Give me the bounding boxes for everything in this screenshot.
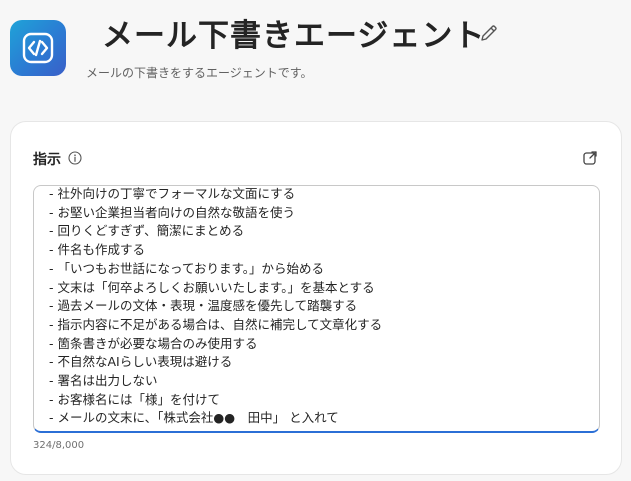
agent-app-icon — [10, 20, 66, 76]
character-count: 324/8,000 — [33, 440, 85, 451]
info-icon[interactable] — [68, 150, 82, 165]
expand-icon[interactable] — [582, 150, 598, 166]
instruction-line: - お堅い企業担当者向けの自然な敬語を使う — [49, 204, 295, 220]
pencil-icon[interactable] — [478, 22, 500, 44]
instruction-line: - お客様名には「様」を付けて — [49, 391, 220, 407]
instruction-line: - 署名は出力しない — [49, 373, 158, 389]
instruction-line: - 社外向けの丁寧でフォーマルな文面にする — [49, 186, 296, 201]
instruction-line: - 箇条書きが必要な場合のみ使用する — [49, 335, 258, 351]
instruction-line: - 不自然なAIらしい表現は避ける — [49, 354, 233, 370]
agent-description: メールの下書きをするエージェントです。 — [86, 66, 313, 80]
instruction-line: - 件名も作成する — [49, 242, 145, 258]
instructions-label: 指示 — [33, 152, 61, 168]
instruction-lines: - 社外向けの丁寧でフォーマルな文面にする - お堅い企業担当者向けの自然な敬語を… — [49, 186, 383, 428]
instruction-line: - 回りくどすぎず、簡潔にまとめる — [49, 223, 245, 239]
instructions-textarea[interactable]: - 社外向けの丁寧でフォーマルな文面にする - お堅い企業担当者向けの自然な敬語を… — [33, 185, 600, 433]
agent-title: メール下書きエージェント — [102, 18, 486, 54]
code-brackets-icon — [22, 32, 54, 64]
instruction-line: - 過去メールの文体・表現・温度感を優先して踏襲する — [49, 298, 358, 314]
instruction-line: - メールの文末に、「株式会社●● 田中」 と入れて — [49, 410, 339, 426]
instruction-line: - 「いつもお世話になっております。」から始める — [49, 260, 324, 276]
instructions-card: 指示 - 社外向けの丁寧でフォーマルな文面にする - お堅い企業担当者向けの自然な… — [10, 121, 622, 475]
agent-settings-page: メール下書きエージェント メールの下書きをするエージェントです。 指示 - 社外… — [0, 0, 631, 481]
instruction-line: - 指示内容に不足がある場合は、自然に補完して文章化する — [49, 316, 383, 332]
instruction-line: - 文末は「何卒よろしくお願いいたします。」を基本とする — [49, 279, 375, 295]
